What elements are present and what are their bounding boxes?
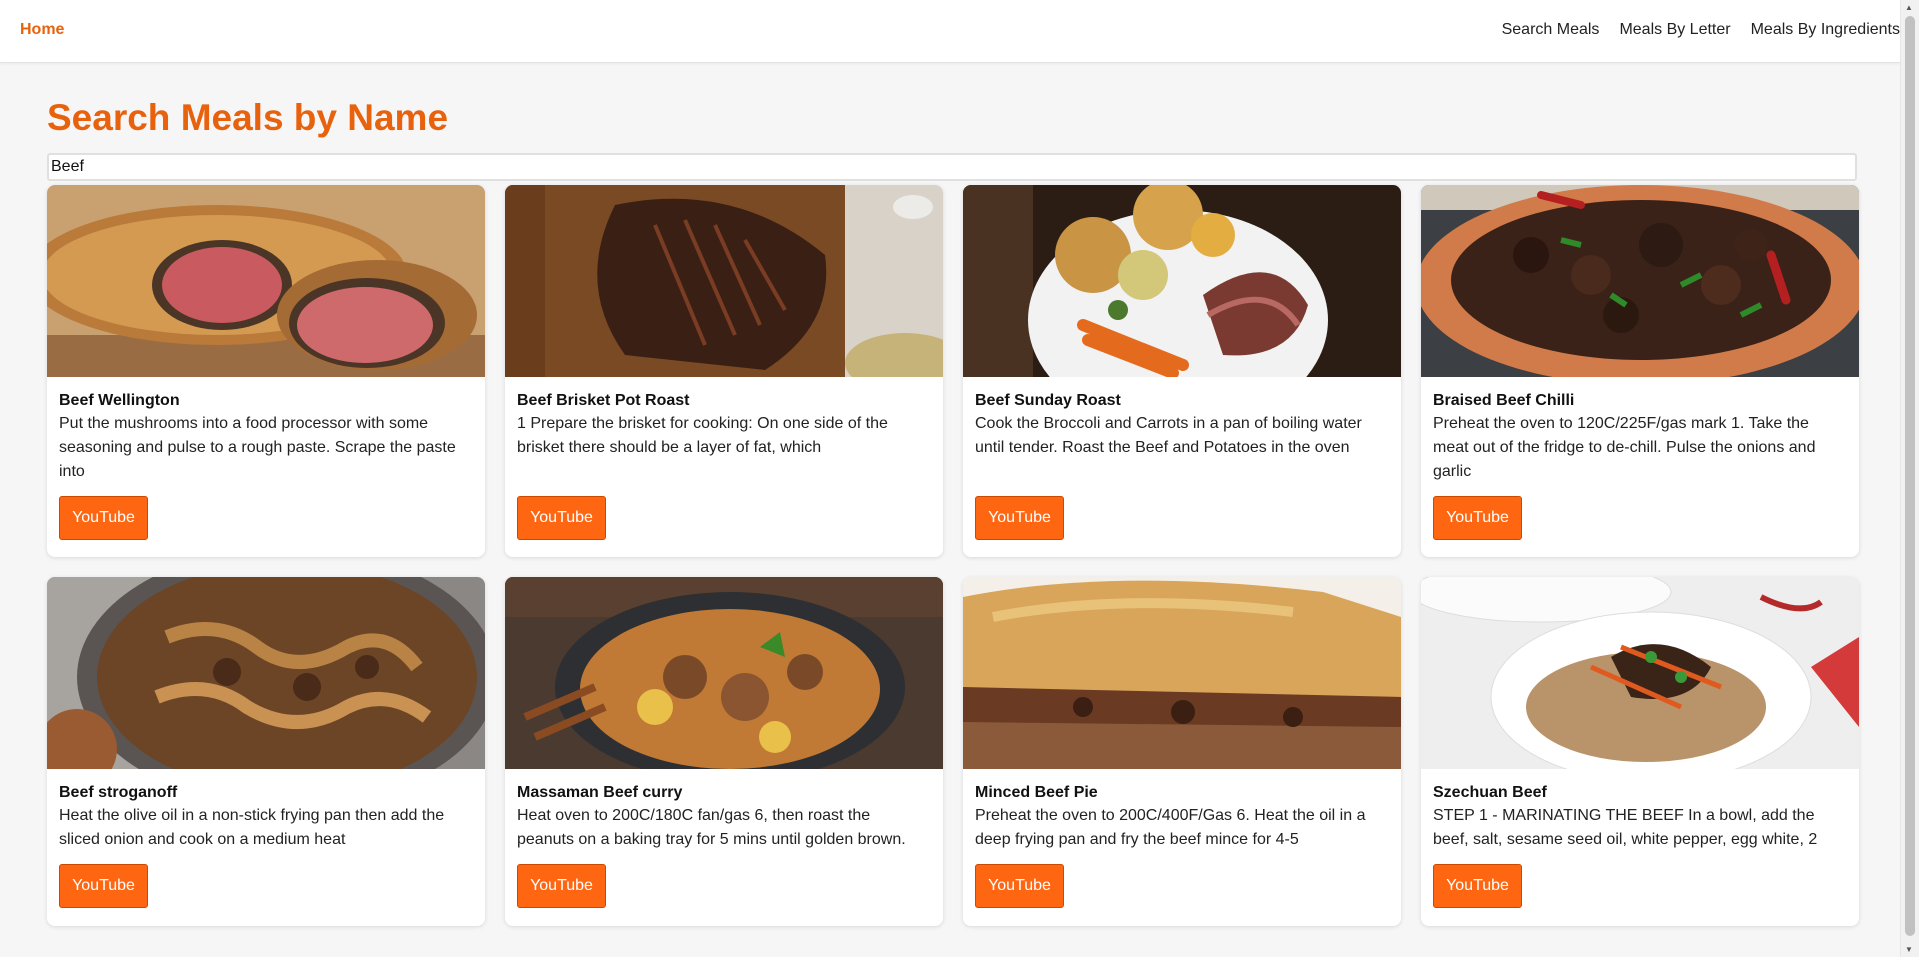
youtube-button[interactable]: YouTube <box>1433 496 1522 540</box>
meal-image-szechuan-beef <box>1421 577 1859 769</box>
meal-card: Braised Beef Chilli Preheat the oven to … <box>1421 185 1859 557</box>
meal-name: Szechuan Beef <box>1433 784 1547 801</box>
meal-description: STEP 1 - MARINATING THE BEEF In a bowl, … <box>1433 807 1818 848</box>
meal-card: Beef stroganoff Heat the olive oil in a … <box>47 577 485 926</box>
meal-card: Beef Sunday Roast Cook the Broccoli and … <box>963 185 1401 557</box>
youtube-button[interactable]: YouTube <box>517 496 606 540</box>
meal-name: Beef Sunday Roast <box>975 392 1121 409</box>
youtube-button[interactable]: YouTube <box>59 864 148 908</box>
meal-card: Szechuan Beef STEP 1 - MARINATING THE BE… <box>1421 577 1859 926</box>
meal-name: Braised Beef Chilli <box>1433 392 1575 409</box>
nav-meals-by-letter-link[interactable]: Meals By Letter <box>1619 21 1730 39</box>
scroll-thumb[interactable] <box>1905 16 1915 936</box>
youtube-button[interactable]: YouTube <box>1433 864 1522 908</box>
meal-image-beef-brisket-pot-roast <box>505 185 943 377</box>
page-scrollbar[interactable]: ▲ ▼ <box>1900 0 1919 957</box>
meal-image-beef-sunday-roast <box>963 185 1401 377</box>
search-input[interactable] <box>47 153 1857 181</box>
meal-grid: Beef Wellington Put the mushrooms into a… <box>47 185 1859 926</box>
meal-description: Cook the Broccoli and Carrots in a pan o… <box>975 415 1362 456</box>
meal-name: Massaman Beef curry <box>517 784 683 801</box>
meal-name: Beef Wellington <box>59 392 180 409</box>
scroll-down-icon[interactable]: ▼ <box>1905 945 1913 954</box>
meal-name: Minced Beef Pie <box>975 784 1098 801</box>
meal-description: Preheat the oven to 200C/400F/Gas 6. Hea… <box>975 807 1366 848</box>
meal-image-beef-wellington <box>47 185 485 377</box>
meal-card: Massaman Beef curry Heat oven to 200C/18… <box>505 577 943 926</box>
youtube-button[interactable]: YouTube <box>517 864 606 908</box>
nav-search-meals-link[interactable]: Search Meals <box>1502 21 1600 39</box>
youtube-button[interactable]: YouTube <box>59 496 148 540</box>
top-navbar: Home Search Meals Meals By Letter Meals … <box>0 0 1900 63</box>
meal-description: Heat oven to 200C/180C fan/gas 6, then r… <box>517 807 906 848</box>
page-title: Search Meals by Name <box>47 97 449 138</box>
meal-image-massaman-beef-curry <box>505 577 943 769</box>
meal-description: Put the mushrooms into a food processor … <box>59 415 456 480</box>
youtube-button[interactable]: YouTube <box>975 496 1064 540</box>
nav-meals-by-ingredients-link[interactable]: Meals By Ingredients <box>1751 21 1900 39</box>
meal-image-braised-beef-chilli <box>1421 185 1859 377</box>
meal-card: Minced Beef Pie Preheat the oven to 200C… <box>963 577 1401 926</box>
meal-card: Beef Wellington Put the mushrooms into a… <box>47 185 485 557</box>
youtube-button[interactable]: YouTube <box>975 864 1064 908</box>
meal-card: Beef Brisket Pot Roast 1 Prepare the bri… <box>505 185 943 557</box>
nav-links: Search Meals Meals By Letter Meals By In… <box>1502 21 1900 39</box>
meal-description: 1 Prepare the brisket for cooking: On on… <box>517 415 888 456</box>
meal-image-minced-beef-pie <box>963 577 1401 769</box>
meal-name: Beef Brisket Pot Roast <box>517 392 690 409</box>
meal-description: Heat the olive oil in a non-stick frying… <box>59 807 445 848</box>
scroll-up-icon[interactable]: ▲ <box>1905 3 1913 12</box>
meal-description: Preheat the oven to 120C/225F/gas mark 1… <box>1433 415 1816 480</box>
meal-name: Beef stroganoff <box>59 784 178 801</box>
meal-image-beef-stroganoff <box>47 577 485 769</box>
main-content: Search Meals by Name Beef Wellington Put… <box>47 63 1859 926</box>
nav-home-link[interactable]: Home <box>20 21 64 39</box>
